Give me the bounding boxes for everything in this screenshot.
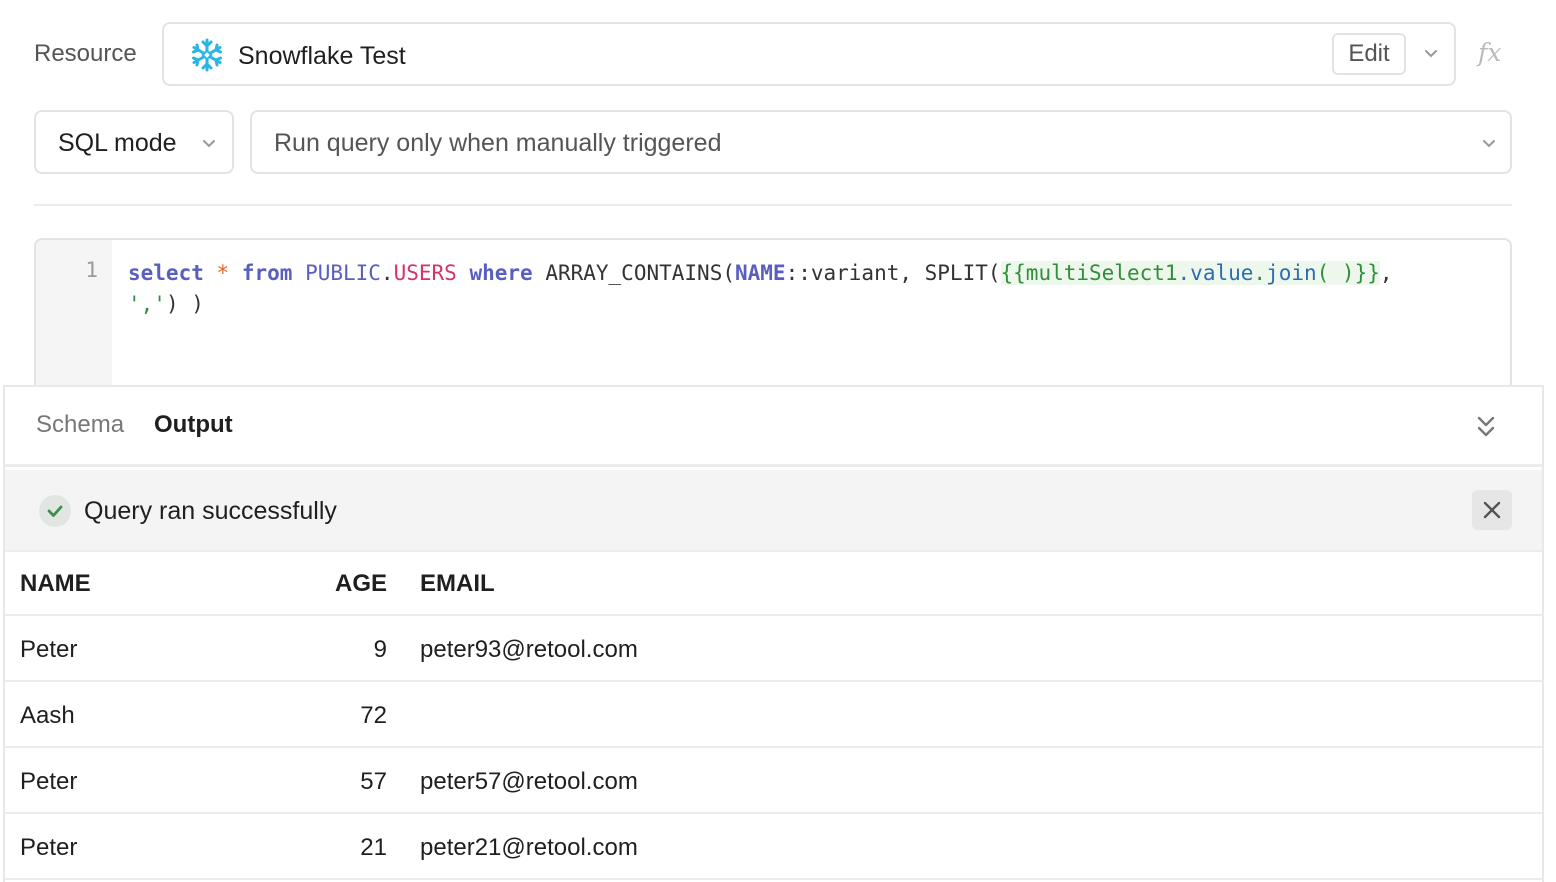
chevron-down-icon	[1483, 140, 1495, 148]
table-header: NAME AGE EMAIL	[5, 552, 1542, 616]
code-token: value	[1190, 261, 1254, 285]
cell-name: Peter	[20, 834, 78, 861]
tab-schema[interactable]: Schema	[36, 411, 124, 439]
line-number: 1	[85, 258, 98, 282]
close-icon	[1483, 501, 1501, 519]
cell-age: 72	[360, 702, 387, 729]
sql-code[interactable]: select * from PUBLIC.USERS where ARRAY_C…	[128, 258, 1498, 320]
table-row[interactable]: Aash 72	[5, 682, 1542, 748]
divider	[34, 204, 1512, 206]
table-row[interactable]: Peter 57 peter57@retool.com	[5, 748, 1542, 814]
code-token: .	[1177, 261, 1191, 285]
edit-resource-button[interactable]: Edit	[1332, 33, 1406, 75]
code-token: NAME	[734, 261, 786, 285]
sql-code-editor[interactable]: 1 select * from PUBLIC.USERS where ARRAY…	[34, 238, 1512, 398]
tab-output[interactable]: Output	[154, 411, 233, 439]
trigger-mode-value: Run query only when manually triggered	[274, 129, 722, 157]
cell-email: peter57@retool.com	[420, 768, 638, 795]
results-tabs: Schema Output	[5, 387, 1542, 467]
collapse-chevrons-icon[interactable]	[1474, 413, 1498, 441]
code-token: ','	[128, 292, 166, 316]
cell-email: peter93@retool.com	[420, 636, 638, 663]
cell-age: 21	[360, 834, 387, 861]
cell-name: Peter	[20, 636, 78, 663]
code-token: select	[128, 261, 204, 285]
chevron-down-icon[interactable]	[1420, 40, 1442, 68]
code-token: .	[1253, 261, 1267, 285]
code-token: {{	[1000, 261, 1026, 285]
chevron-down-icon	[203, 140, 215, 148]
column-header-name[interactable]: NAME	[20, 570, 91, 598]
results-panel: Schema Output Query ran successfully NAM…	[3, 385, 1544, 882]
fx-icon[interactable]: fx	[1478, 38, 1501, 67]
code-token: }}	[1354, 261, 1380, 285]
code-token: from	[241, 261, 293, 285]
query-editor-panel: Resource Snowflake Test Edit fx SQL mode	[0, 0, 1556, 398]
resource-label: Resource	[34, 40, 137, 67]
code-token: USERS	[393, 261, 457, 285]
code-token: multiSelect1	[1025, 261, 1178, 285]
code-token: PUBLIC	[305, 261, 381, 285]
cell-name: Aash	[20, 702, 75, 729]
code-token: where	[469, 261, 533, 285]
code-token: join	[1266, 261, 1317, 285]
cell-age: 9	[373, 636, 387, 663]
close-banner-button[interactable]	[1472, 490, 1512, 530]
status-banner: Query ran successfully	[5, 470, 1542, 552]
cell-age: 57	[360, 768, 387, 795]
cell-email: peter21@retool.com	[420, 834, 638, 861]
column-header-email[interactable]: EMAIL	[420, 570, 495, 598]
table-row[interactable]: Peter 9 peter93@retool.com	[5, 616, 1542, 682]
trigger-mode-select[interactable]: Run query only when manually triggered	[250, 110, 1512, 174]
template-expression: {{multiSelect1.value.join( )}}	[1000, 261, 1380, 285]
code-token: *	[216, 261, 230, 285]
status-text: Query ran successfully	[84, 497, 337, 525]
resource-name: Snowflake Test	[238, 42, 406, 70]
table-row[interactable]: Peter 21 peter21@retool.com	[5, 814, 1542, 880]
code-token: ) )	[165, 292, 204, 316]
results-table: NAME AGE EMAIL Peter 9 peter93@retool.co…	[5, 552, 1542, 880]
code-token: ,	[1379, 261, 1393, 285]
code-token: ::variant, SPLIT(	[785, 261, 1001, 285]
sql-mode-value: SQL mode	[58, 129, 177, 157]
line-gutter: 1	[36, 240, 112, 396]
column-header-age[interactable]: AGE	[245, 570, 387, 598]
cell-name: Peter	[20, 768, 78, 795]
check-circle-icon	[39, 495, 71, 527]
resource-select[interactable]: Snowflake Test Edit	[162, 22, 1456, 86]
snowflake-icon	[192, 38, 222, 72]
code-token: ARRAY_CONTAINS(	[545, 261, 735, 285]
sql-mode-select[interactable]: SQL mode	[34, 110, 234, 174]
code-token: .	[380, 261, 394, 285]
code-token: ( )	[1316, 261, 1355, 285]
